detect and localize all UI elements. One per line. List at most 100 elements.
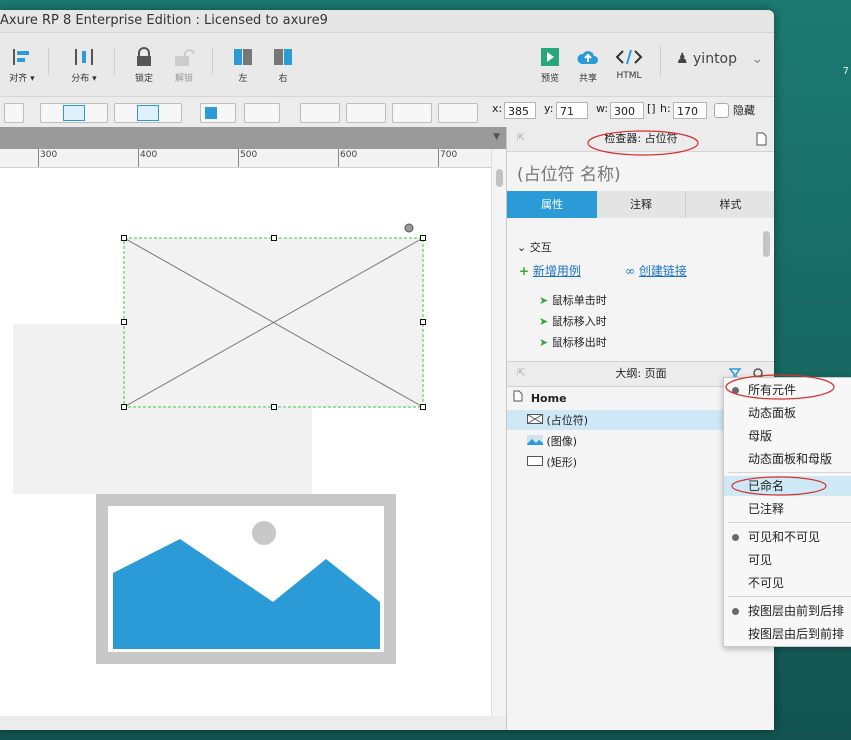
separator xyxy=(660,45,661,77)
resize-handle[interactable] xyxy=(420,319,426,325)
outline-item-label: (图像) xyxy=(546,435,578,448)
tab-dropdown-icon[interactable]: ▼ xyxy=(493,132,500,142)
event-item[interactable]: ➤ 鼠标移出时 xyxy=(539,332,607,353)
align-button[interactable]: 对齐 ▾ xyxy=(4,47,40,84)
ruler-label: 300 xyxy=(40,150,58,160)
panel-left-icon xyxy=(234,49,252,65)
event-icon: ➤ xyxy=(539,294,549,307)
resize-handle[interactable] xyxy=(121,404,127,410)
left-button[interactable]: 左 xyxy=(230,47,256,84)
user-menu[interactable]: ♟ yintop ⌄ xyxy=(676,51,763,67)
menu-item-annotated[interactable]: 已注释 xyxy=(748,500,784,518)
resize-handle[interactable] xyxy=(121,235,127,241)
scrollbar-thumb[interactable] xyxy=(496,169,503,187)
selected-dot xyxy=(732,608,739,615)
cloud-upload-icon xyxy=(577,51,598,64)
line-width-button[interactable] xyxy=(346,103,386,123)
separator xyxy=(48,47,49,75)
outline-item-label: (矩形) xyxy=(546,456,578,469)
tab-properties[interactable]: 属性 xyxy=(507,191,597,218)
left-label: 左 xyxy=(238,74,248,84)
create-link-label: 创建链接 xyxy=(638,264,687,278)
desktop-text: 7 xyxy=(842,66,849,77)
distribute-button[interactable]: 分布 ▾ xyxy=(64,47,104,84)
resize-handle[interactable] xyxy=(271,235,277,241)
line-color-button[interactable] xyxy=(300,103,340,123)
event-item[interactable]: ➤ 鼠标单击时 xyxy=(539,290,607,311)
menu-separator xyxy=(728,596,851,597)
inspector-scrollbar[interactable] xyxy=(763,231,770,257)
selected-dot xyxy=(732,534,739,541)
create-link-link[interactable]: ∞ 创建链接 xyxy=(625,262,687,279)
separator xyxy=(212,47,213,75)
w-input[interactable]: 300 xyxy=(610,102,644,119)
menu-item-visible[interactable]: 可见 xyxy=(748,551,772,569)
menu-item-front-to-back[interactable]: 按图层由前到后排 xyxy=(748,602,844,620)
collapse-icon[interactable]: ⇱ xyxy=(517,127,525,151)
event-item[interactable]: ➤ 鼠标移入时 xyxy=(539,311,607,332)
menu-item-panel-and-master[interactable]: 动态面板和母版 xyxy=(748,450,832,468)
shadow-button[interactable] xyxy=(244,103,280,123)
outline-page-label: Home xyxy=(530,392,567,405)
right-button[interactable]: 右 xyxy=(270,47,296,84)
widget-name-field[interactable]: (占位符 名称) xyxy=(517,160,621,185)
user-name: yintop xyxy=(693,51,738,67)
resize-handle[interactable] xyxy=(420,404,426,410)
resize-handle[interactable] xyxy=(121,319,127,325)
placeholder-icon xyxy=(527,414,543,424)
resize-handle[interactable] xyxy=(420,235,426,241)
unlock-button[interactable]: 解锁 xyxy=(168,47,200,84)
outline-item[interactable]: (图像) xyxy=(527,433,577,449)
interaction-section[interactable]: ⌄ 交互 xyxy=(517,239,552,255)
outline-item[interactable]: (占位符) xyxy=(527,412,588,428)
menu-item-hidden[interactable]: 不可见 xyxy=(748,574,784,592)
menu-item-back-to-front[interactable]: 按图层由后到前排 xyxy=(748,625,844,643)
outline-item[interactable]: (矩形) xyxy=(527,454,577,470)
preview-button[interactable]: 预览 xyxy=(536,47,564,84)
y-input[interactable]: 71 xyxy=(556,102,588,119)
aspect-lock-icon[interactable]: [] xyxy=(647,102,656,115)
chevron-down-icon: ⌄ xyxy=(751,51,764,67)
x-label: x: xyxy=(492,102,503,115)
h-input[interactable]: 170 xyxy=(673,102,707,119)
line-style-button[interactable] xyxy=(392,103,432,123)
ruler-label: 700 xyxy=(440,150,458,160)
title-bar: Axure RP 8 Enterprise Edition : Licensed… xyxy=(0,10,774,33)
menu-item-master[interactable]: 母版 xyxy=(748,427,772,445)
design-canvas[interactable] xyxy=(0,168,491,716)
html-button[interactable]: HTML xyxy=(612,47,646,81)
menu-item-dynamic-panel[interactable]: 动态面板 xyxy=(748,404,796,422)
fill-color-button[interactable] xyxy=(200,103,236,123)
x-input[interactable]: 385 xyxy=(504,102,536,119)
event-label: 鼠标移出时 xyxy=(551,336,607,349)
tab-notes[interactable]: 注释 xyxy=(597,191,686,218)
lock-button[interactable]: 锁定 xyxy=(128,47,160,84)
hide-label: 隐藏 xyxy=(733,104,755,117)
image-sun-icon xyxy=(252,521,276,545)
outline-item-label: (占位符) xyxy=(546,414,589,427)
text-align-group[interactable] xyxy=(40,103,108,123)
arrow-style-button[interactable] xyxy=(438,103,478,123)
canvas-scrollbar[interactable] xyxy=(491,149,507,716)
add-case-link[interactable]: + 新增用例 xyxy=(519,262,581,279)
valign-middle-icon[interactable] xyxy=(137,105,159,121)
outline-page[interactable]: Home xyxy=(513,390,567,405)
align-icon xyxy=(13,49,29,65)
rectangle-icon xyxy=(527,456,543,466)
window-title: Axure RP 8 Enterprise Edition : Licensed… xyxy=(0,13,328,28)
bullet-list-button[interactable] xyxy=(4,103,24,123)
share-button[interactable]: 共享 xyxy=(574,47,602,84)
resize-handle[interactable] xyxy=(271,404,277,410)
page-icon[interactable] xyxy=(756,132,767,146)
tab-style[interactable]: 样式 xyxy=(686,191,774,218)
outline-title: 大纲: 页面 xyxy=(615,367,667,380)
plus-icon: + xyxy=(519,264,530,278)
user-icon: ♟ xyxy=(676,51,689,67)
hide-checkbox[interactable] xyxy=(714,103,729,118)
collapse-icon[interactable]: ⇱ xyxy=(517,362,525,386)
vertical-align-group[interactable] xyxy=(114,103,182,123)
code-icon xyxy=(615,49,643,65)
align-center-icon[interactable] xyxy=(63,105,85,121)
menu-item-visible-and-hidden[interactable]: 可见和不可见 xyxy=(748,528,820,546)
fill-color-swatch xyxy=(205,107,217,119)
